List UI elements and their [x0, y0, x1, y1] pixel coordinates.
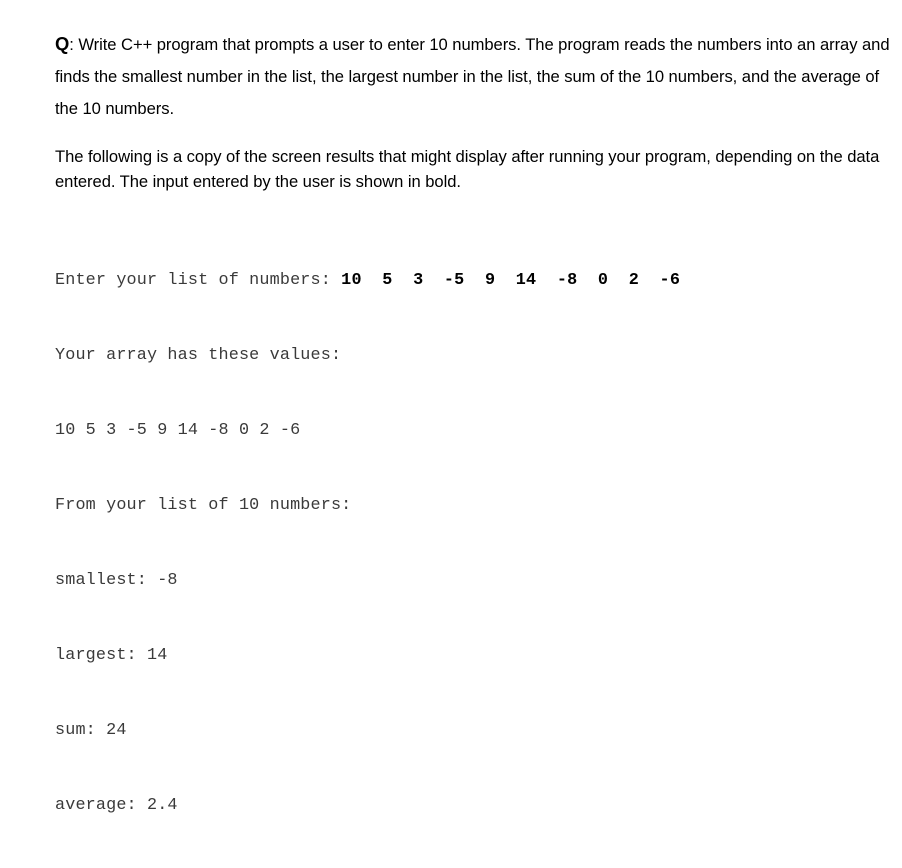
console-prompt-text: Enter your list of numbers:	[55, 271, 342, 291]
console-line: average: 2.4	[55, 796, 178, 816]
console-prompt-line: Enter your list of numbers: 10 5 3 -5 9 …	[55, 268, 895, 293]
question-paragraph: Q: Write C++ program that prompts a user…	[55, 28, 893, 126]
console-line: smallest: -8	[55, 571, 178, 591]
console-user-input: 10 5 3 -5 9 14 -8 0 2 -6	[341, 271, 681, 291]
question-separator: :	[69, 35, 79, 54]
console-output-block: Enter your list of numbers: 10 5 3 -5 9 …	[55, 194, 895, 868]
document-content: Q: Write C++ program that prompts a user…	[55, 28, 895, 868]
console-line: 10 5 3 -5 9 14 -8 0 2 -6	[55, 421, 301, 441]
question-body: Write C++ program that prompts a user to…	[55, 35, 890, 119]
console-line: From your list of 10 numbers:	[55, 496, 352, 516]
question-label: Q	[55, 33, 70, 54]
document-page: Q: Write C++ program that prompts a user…	[0, 0, 902, 815]
console-line: largest: 14	[55, 646, 168, 666]
console-line: sum: 24	[55, 721, 127, 741]
intro-paragraph: The following is a copy of the screen re…	[55, 146, 880, 192]
console-line: Your array has these values:	[55, 346, 342, 366]
